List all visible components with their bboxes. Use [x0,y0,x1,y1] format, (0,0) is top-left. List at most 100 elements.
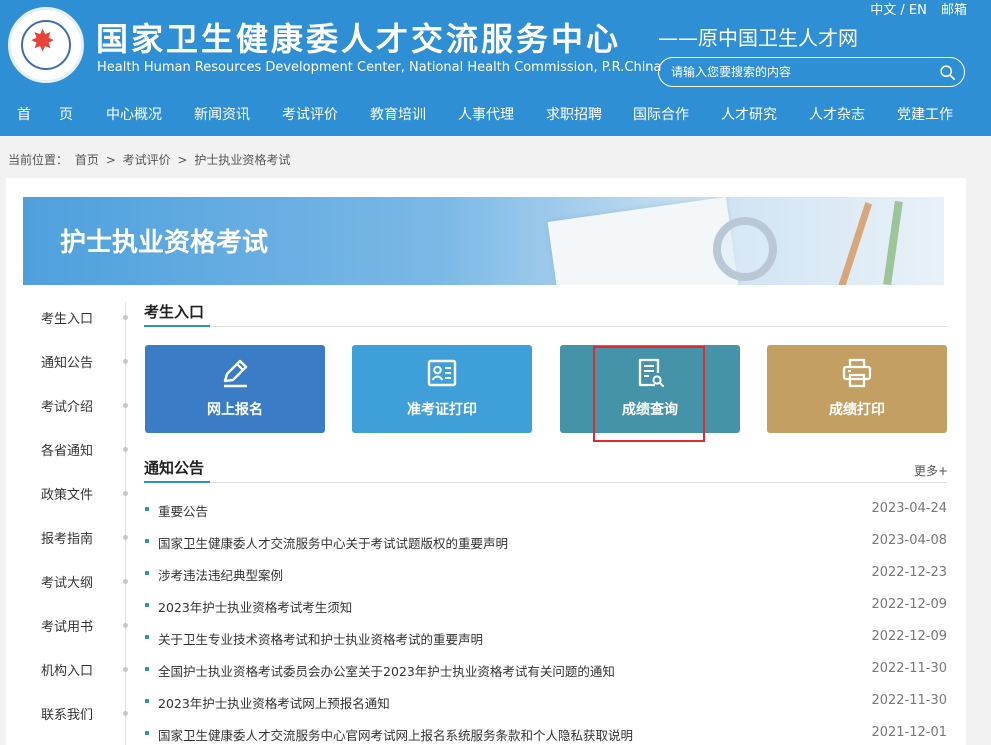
bullet-icon [145,731,149,735]
side-dot [123,315,128,320]
nav-personnel[interactable]: 人事代理 [458,104,514,124]
site-subtitle: Health Human Resources Development Cente… [97,60,662,75]
online-registration-tile[interactable]: 网上报名 [145,345,325,433]
side-item-entry[interactable]: 考生入口 [41,308,93,327]
notices-heading: 通知公告 [144,459,205,477]
search-icon[interactable] [939,64,956,81]
notice-date: 2023-04-24 [871,501,947,516]
notice-title[interactable]: 国家卫生健康委人才交流服务中心官网考试网上报名系统服务条款和个人隐私获取说明 [158,725,633,744]
banner-title: 护士执业资格考试 [60,228,269,258]
bullet-icon [145,699,149,703]
banner-paper-graphic [547,197,739,285]
top-links: 中文 / EN 邮箱 [860,0,967,18]
notice-date: 2023-04-08 [871,533,947,548]
nav-jobs[interactable]: 求职招聘 [546,104,602,124]
notice-item[interactable]: 国家卫生健康委人才交流服务中心官网考试网上报名系统服务条款和个人隐私获取说明 2… [144,724,947,744]
side-item-guide[interactable]: 报考指南 [41,528,93,547]
score-print-tile[interactable]: 成绩打印 [767,345,947,433]
notice-item[interactable]: 2023年护士执业资格考试考生须知 2022-12-09 [144,596,947,616]
side-dot [123,535,128,540]
id-card-icon [427,359,457,387]
notice-date: 2022-11-30 [871,661,947,676]
search-box [658,57,965,87]
side-item-notices[interactable]: 通知公告 [41,352,93,371]
bullet-icon [145,603,149,607]
side-dot [123,491,128,496]
breadcrumb: 当前位置： 首页 > 考试评价 > 护士执业资格考试 [8,151,293,168]
nav-training[interactable]: 教育培训 [370,104,426,124]
side-item-contact[interactable]: 联系我们 [41,704,93,723]
side-dot [123,623,128,628]
entry-heading-underline [144,325,210,327]
nav-international[interactable]: 国际合作 [633,104,689,124]
notice-title[interactable]: 全国护士执业资格考试委员会办公室关于2023年护士执业资格考试有关问题的通知 [158,661,615,680]
nav-party[interactable]: 党建工作 [897,104,953,124]
admission-ticket-print-tile[interactable]: 准考证打印 [352,345,532,433]
side-item-provinces[interactable]: 各省通知 [41,440,93,459]
score-query-tile[interactable]: 成绩查询 [560,345,740,433]
tile-label: 网上报名 [207,402,263,418]
nav-magazine[interactable]: 人才杂志 [809,104,865,124]
notice-title[interactable]: 2023年护士执业资格考试考生须知 [158,597,352,616]
notice-title[interactable]: 重要公告 [158,501,208,520]
notice-item[interactable]: 重要公告 2023-04-24 [144,500,947,520]
notice-date: 2022-12-23 [871,565,947,580]
tile-label: 成绩查询 [622,402,678,418]
bullet-icon [145,635,149,639]
document-search-icon [638,358,665,388]
logo-star-icon: ✸ [30,24,56,59]
breadcrumb-level1[interactable]: 考试评价 [123,153,171,167]
nav-home[interactable]: 首 页 [17,104,73,124]
side-dot [123,711,128,716]
banner-magnifier-graphic [713,217,777,281]
side-item-institution[interactable]: 机构入口 [41,660,93,679]
side-menu-divider [125,302,126,745]
notice-date: 2022-12-09 [871,629,947,644]
side-dot [123,403,128,408]
notice-item[interactable]: 国家卫生健康委人才交流服务中心关于考试试题版权的重要声明 2023-04-08 [144,532,947,552]
printer-icon [842,358,872,388]
side-item-books[interactable]: 考试用书 [41,616,93,635]
notice-date: 2022-12-09 [871,597,947,612]
more-link[interactable]: 更多+ [914,462,948,479]
side-dot [123,579,128,584]
notice-title[interactable]: 2023年护士执业资格考试网上预报名通知 [158,693,390,712]
notice-title[interactable]: 关于卫生专业技术资格考试和护士执业资格考试的重要声明 [158,629,483,648]
pencil-icon [223,359,248,388]
banner-pen-graphic [883,200,903,285]
content-panel: 护士执业资格考试 考生入口 通知公告 考试介绍 各省通知 政策文件 报考指南 考… [6,178,966,745]
side-dot [123,447,128,452]
side-item-syllabus[interactable]: 考试大纲 [41,572,93,591]
notice-item[interactable]: 关于卫生专业技术资格考试和护士执业资格考试的重要声明 2022-12-09 [144,628,947,648]
site-title: 国家卫生健康委人才交流服务中心 [96,20,622,58]
notice-item[interactable]: 2023年护士执业资格考试网上预报名通知 2022-11-30 [144,692,947,712]
page-banner: 护士执业资格考试 [23,197,944,285]
notice-title[interactable]: 涉考违法违纪典型案例 [158,565,283,584]
notice-item[interactable]: 全国护士执业资格考试委员会办公室关于2023年护士执业资格考试有关问题的通知 2… [144,660,947,680]
breadcrumb-home[interactable]: 首页 [75,153,99,167]
nav-about[interactable]: 中心概况 [106,104,162,124]
bullet-icon [145,507,149,511]
nav-news[interactable]: 新闻资讯 [194,104,250,124]
bullet-icon [145,667,149,671]
side-item-intro[interactable]: 考试介绍 [41,396,93,415]
search-input[interactable] [671,63,931,81]
entry-heading-line [144,326,947,327]
site-logo[interactable]: ✸ [8,7,84,83]
notices-heading-line [144,482,947,483]
tile-label: 成绩打印 [829,402,885,418]
language-switch-link[interactable]: 中文 / EN [870,3,927,18]
notice-date: 2021-12-01 [871,725,947,740]
nav-research[interactable]: 人才研究 [721,104,777,124]
mail-link[interactable]: 邮箱 [941,3,967,18]
breadcrumb-prefix: 当前位置： [8,153,69,167]
notice-title[interactable]: 国家卫生健康委人才交流服务中心关于考试试题版权的重要声明 [158,533,508,552]
breadcrumb-current: 护士执业资格考试 [194,153,291,167]
entry-heading: 考生入口 [144,303,205,321]
notice-item[interactable]: 涉考违法违纪典型案例 2022-12-23 [144,564,947,584]
side-item-policy[interactable]: 政策文件 [41,484,93,503]
site-former-name: ——原中国卫生人才网 [658,26,858,50]
banner-pen-graphic [836,202,873,285]
nav-exam[interactable]: 考试评价 [282,104,338,124]
notices-heading-underline [144,481,210,483]
